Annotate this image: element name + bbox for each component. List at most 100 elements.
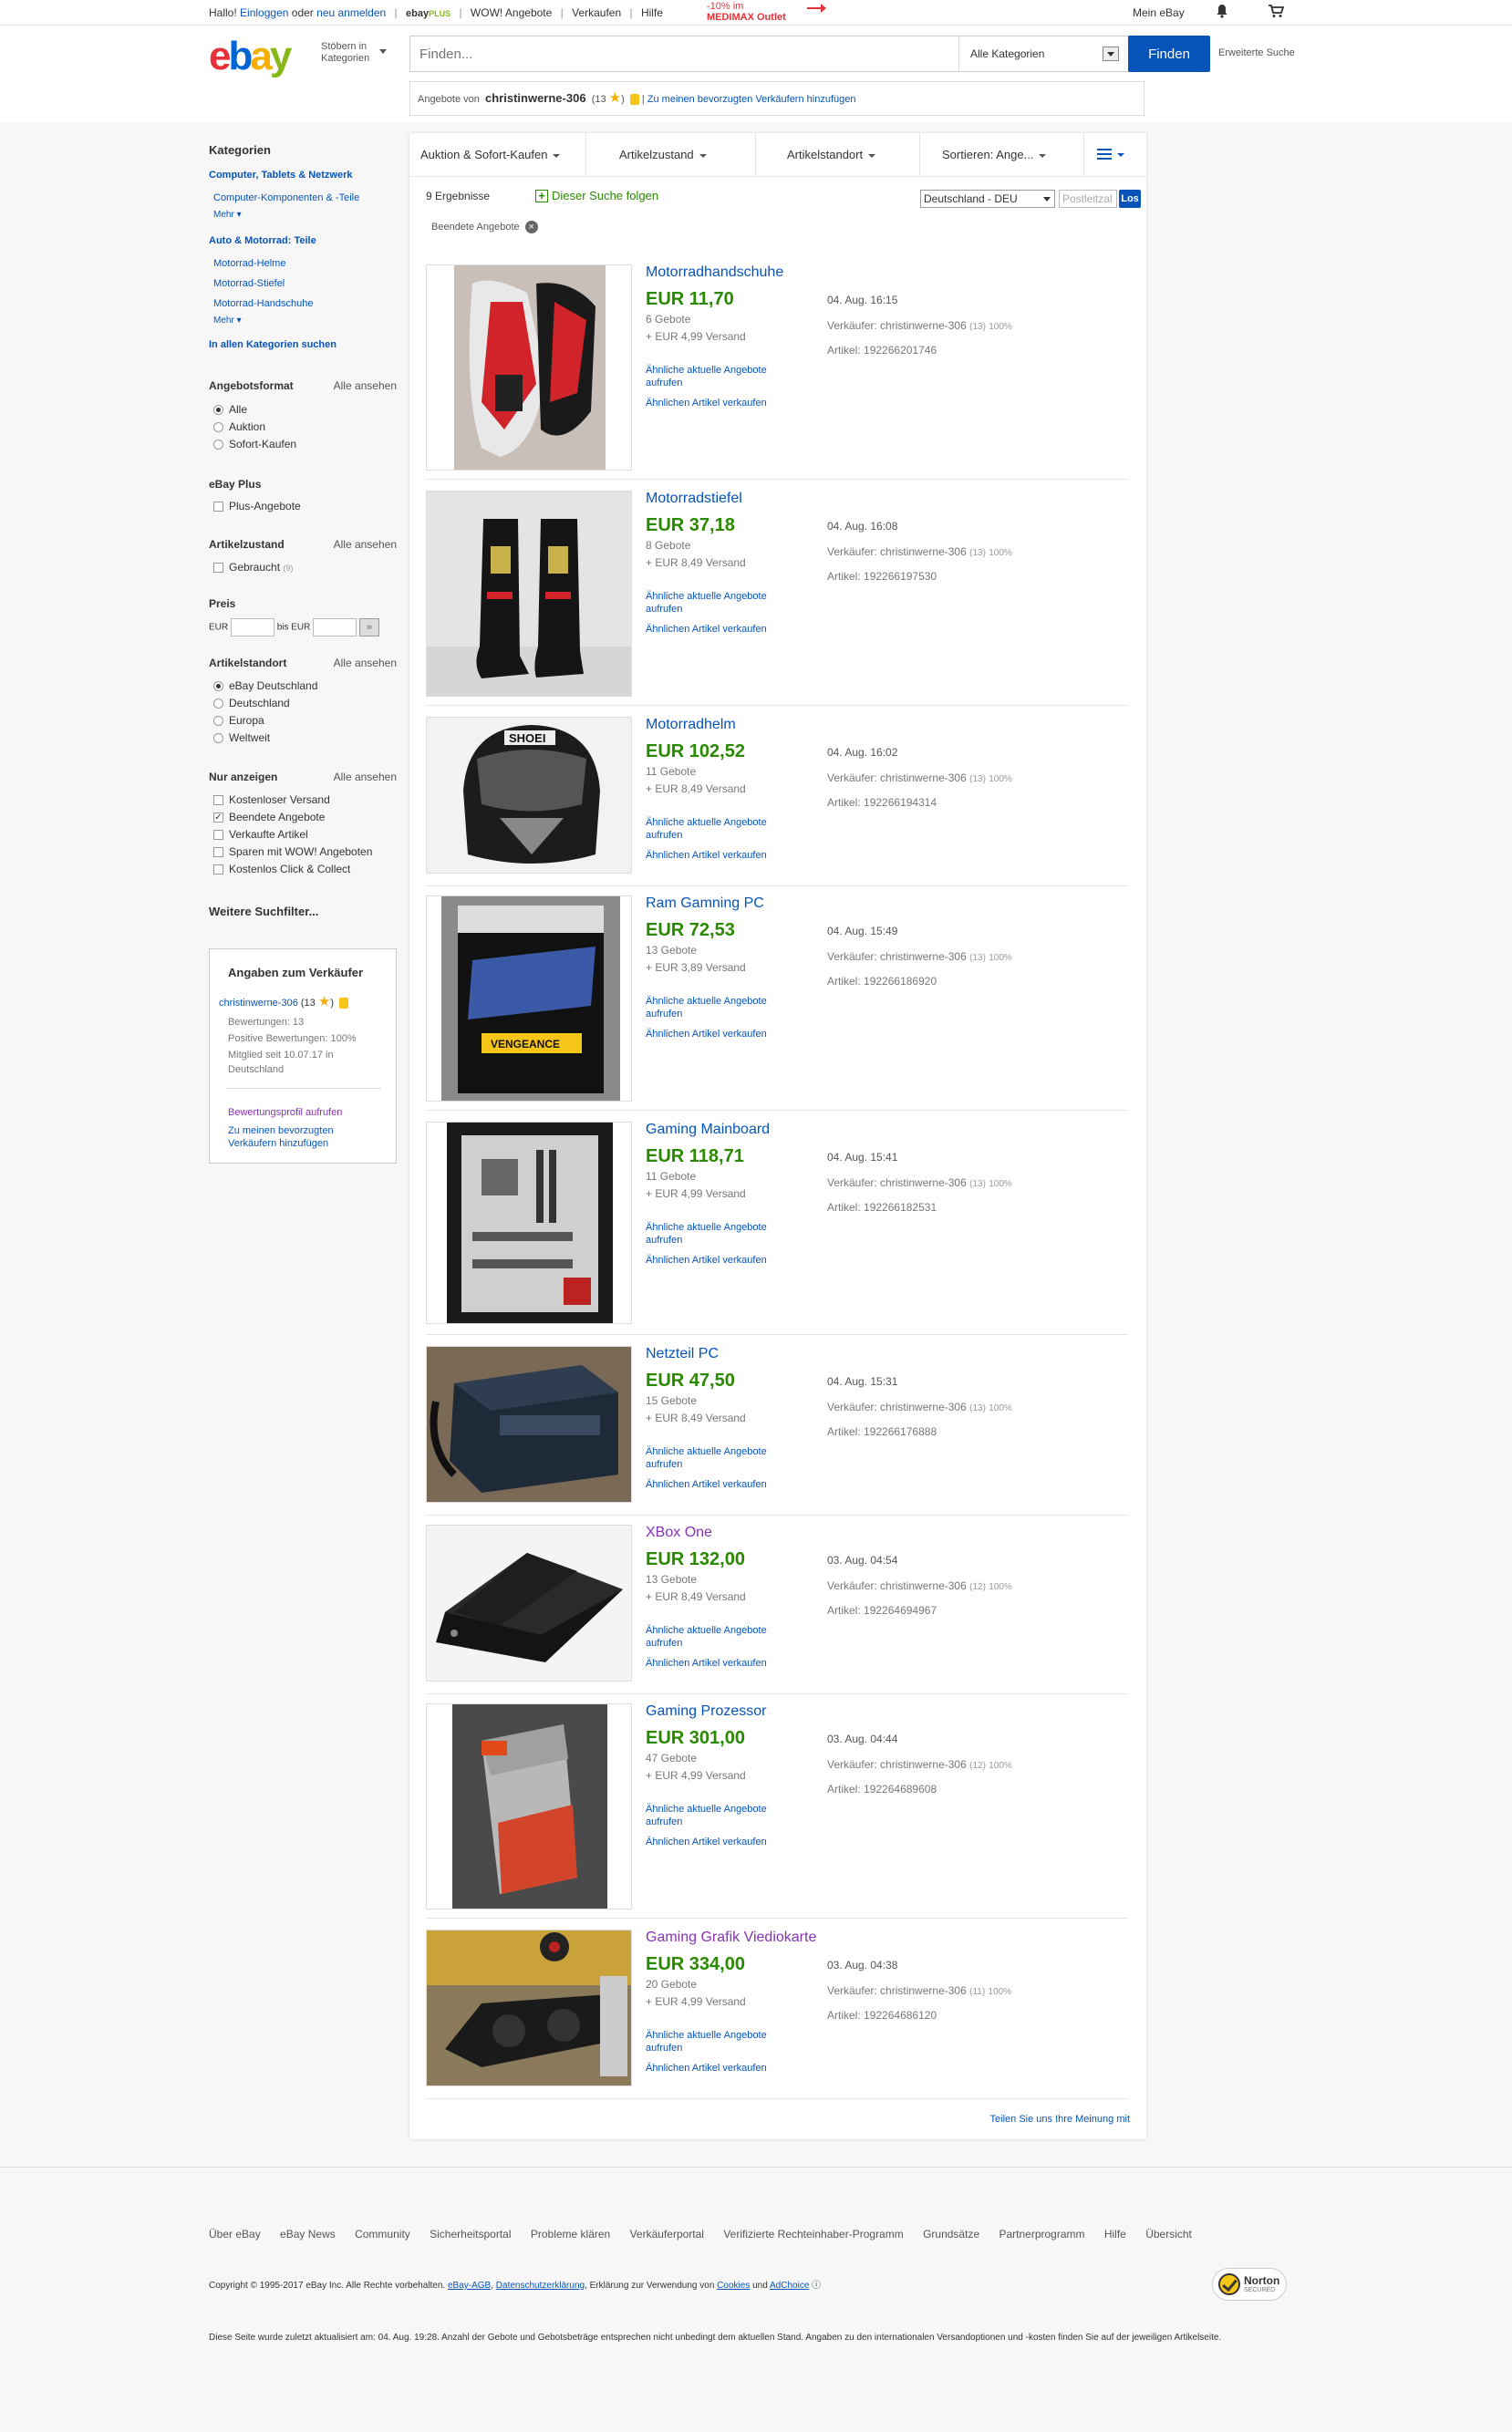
register-link[interactable]: neu anmelden xyxy=(316,6,386,19)
wow-deals-link[interactable]: WOW! Angebote xyxy=(471,6,552,19)
footer-link[interactable]: Partnerprogramm xyxy=(999,2228,1084,2241)
list-view-icon[interactable] xyxy=(1097,149,1112,160)
chevron-down-icon[interactable] xyxy=(1117,153,1124,157)
format-option-buy-now[interactable]: Sofort-Kaufen xyxy=(213,438,296,450)
cart-icon[interactable] xyxy=(1268,4,1285,21)
filter-location-dropdown[interactable]: Artikelstandort xyxy=(756,133,920,177)
footer-link[interactable]: eBay News xyxy=(280,2228,336,2241)
plus-filter[interactable]: Plus-Angebote xyxy=(213,500,301,512)
item-image[interactable]: VENGEANCE xyxy=(426,895,632,1102)
my-ebay-link[interactable]: Mein eBay xyxy=(1133,6,1185,19)
postal-code-input[interactable]: Postleitzal xyxy=(1059,190,1117,208)
sell-similar-link[interactable]: Ähnlichen Artikel verkaufen xyxy=(646,1658,767,1669)
item-image[interactable]: SHOEI xyxy=(426,717,632,874)
footer-link[interactable]: Hilfe xyxy=(1104,2228,1126,2241)
similar-listings-link[interactable]: Ähnliche aktuelle Angebote aufrufen xyxy=(646,364,792,389)
seller-name[interactable]: christinwerne-306 xyxy=(485,91,586,105)
item-title[interactable]: Motorradhandschuhe xyxy=(646,264,783,281)
follow-search-button[interactable]: + Dieser Suche folgen xyxy=(535,189,658,202)
item-image[interactable] xyxy=(426,1703,632,1909)
item-image[interactable] xyxy=(426,1930,632,2086)
browse-categories[interactable]: Stöbern in Kategorien xyxy=(321,41,387,65)
item-title[interactable]: Netzteil PC xyxy=(646,1346,719,1362)
more-filters-link[interactable]: Weitere Suchfilter... xyxy=(209,905,318,918)
cookies-link[interactable]: Cookies xyxy=(717,2281,750,2291)
sell-similar-link[interactable]: Ähnlichen Artikel verkaufen xyxy=(646,398,767,409)
ebay-logo[interactable]: ebay xyxy=(209,35,292,78)
norton-badge[interactable]: Norton SECURED xyxy=(1212,2268,1287,2301)
price-min-input[interactable] xyxy=(230,618,274,636)
seller-card-name[interactable]: christinwerne-306 xyxy=(219,998,298,1009)
seller-card-fav-link[interactable]: Zu meinen bevorzugten Verkäufern hinzufü… xyxy=(228,1124,334,1150)
privacy-link[interactable]: Datenschutzerklärung xyxy=(496,2281,585,2291)
similar-listings-link[interactable]: Ähnliche aktuelle Angebote aufrufen xyxy=(646,590,792,616)
footer-link[interactable]: Community xyxy=(355,2228,410,2241)
similar-listings-link[interactable]: Ähnliche aktuelle Angebote aufrufen xyxy=(646,2029,792,2054)
item-image[interactable] xyxy=(426,1122,632,1324)
category-helmets[interactable]: Motorrad-Helme xyxy=(213,258,285,269)
sell-similar-link[interactable]: Ähnlichen Artikel verkaufen xyxy=(646,1479,767,1490)
item-title[interactable]: Motorradhelm xyxy=(646,717,736,733)
similar-listings-link[interactable]: Ähnliche aktuelle Angebote aufrufen xyxy=(646,1445,792,1471)
show-only-see-all[interactable]: Alle ansehen xyxy=(334,771,397,783)
more-link-2[interactable]: Mehr ▾ xyxy=(213,316,242,326)
close-icon[interactable]: × xyxy=(524,221,538,233)
similar-listings-link[interactable]: Ähnliche aktuelle Angebote aufrufen xyxy=(646,816,792,842)
filter-condition-dropdown[interactable]: Artikelzustand xyxy=(586,133,756,177)
filter-sold-items[interactable]: Verkaufte Artikel xyxy=(213,828,308,841)
feedback-profile-link[interactable]: Bewertungsprofil aufrufen xyxy=(228,1106,342,1119)
agb-link[interactable]: eBay-AGB xyxy=(448,2281,491,2291)
adchoice-link[interactable]: AdChoice xyxy=(770,2281,809,2291)
postal-go-button[interactable]: Los xyxy=(1119,190,1141,208)
condition-used[interactable]: Gebraucht (9) xyxy=(213,561,293,574)
item-title[interactable]: Gaming Grafik Viediokarte xyxy=(646,1930,816,1946)
sell-link[interactable]: Verkaufen xyxy=(572,6,621,19)
item-title[interactable]: Ram Gamning PC xyxy=(646,895,764,912)
item-image[interactable] xyxy=(426,491,632,697)
feedback-link[interactable]: Teilen Sie uns Ihre Meinung mit xyxy=(990,2114,1130,2125)
more-link-1[interactable]: Mehr ▾ xyxy=(213,210,242,220)
filter-ended-listings[interactable]: ✓ Beendete Angebote xyxy=(213,811,325,823)
footer-link[interactable]: Sicherheitsportal xyxy=(430,2228,511,2241)
similar-listings-link[interactable]: Ähnliche aktuelle Angebote aufrufen xyxy=(646,1221,792,1247)
sort-dropdown[interactable]: Sortieren: Ange... xyxy=(920,133,1084,177)
similar-listings-link[interactable]: Ähnliche aktuelle Angebote aufrufen xyxy=(646,1803,792,1828)
location-see-all[interactable]: Alle ansehen xyxy=(334,657,397,669)
location-europe[interactable]: Europa xyxy=(213,714,264,727)
sell-similar-link[interactable]: Ähnlichen Artikel verkaufen xyxy=(646,1837,767,1847)
footer-link[interactable]: Verifizierte Rechteinhaber-Programm xyxy=(723,2228,903,2241)
category-computer-components[interactable]: Computer-Komponenten & -Teile xyxy=(213,192,359,203)
item-title[interactable]: Motorradstiefel xyxy=(646,491,742,507)
ebay-plus-link[interactable]: ebayPLUS xyxy=(406,8,450,19)
filter-wow-deals[interactable]: Sparen mit WOW! Angeboten xyxy=(213,845,372,858)
bell-icon[interactable] xyxy=(1216,4,1228,21)
filter-free-shipping[interactable]: Kostenloser Versand xyxy=(213,793,330,806)
item-image[interactable] xyxy=(426,264,632,471)
filter-format-dropdown[interactable]: Auktion & Sofort-Kaufen xyxy=(409,133,586,177)
condition-see-all[interactable]: Alle ansehen xyxy=(334,538,397,551)
category-computer[interactable]: Computer, Tablets & Netzwerk xyxy=(209,170,353,181)
footer-link[interactable]: Probleme klären xyxy=(531,2228,610,2241)
category-boots[interactable]: Motorrad-Stiefel xyxy=(213,278,285,289)
ended-listings-chip[interactable]: Beendete Angebote × xyxy=(431,221,538,233)
login-link[interactable]: Einloggen xyxy=(240,6,288,19)
price-submit-button[interactable]: » xyxy=(358,618,379,636)
country-select[interactable]: Deutschland - DEU xyxy=(920,190,1055,208)
footer-link[interactable]: Grundsätze xyxy=(923,2228,979,2241)
similar-listings-link[interactable]: Ähnliche aktuelle Angebote aufrufen xyxy=(646,1624,792,1650)
location-ebay-de[interactable]: eBay Deutschland xyxy=(213,679,317,692)
category-select[interactable]: Alle Kategorien xyxy=(958,36,1130,71)
sell-similar-link[interactable]: Ähnlichen Artikel verkaufen xyxy=(646,850,767,861)
sell-similar-link[interactable]: Ähnlichen Artikel verkaufen xyxy=(646,2063,767,2074)
sell-similar-link[interactable]: Ähnlichen Artikel verkaufen xyxy=(646,1255,767,1266)
similar-listings-link[interactable]: Ähnliche aktuelle Angebote aufrufen xyxy=(646,995,792,1020)
location-worldwide[interactable]: Weltweit xyxy=(213,731,270,744)
format-option-all[interactable]: Alle xyxy=(213,403,247,416)
find-button[interactable]: Finden xyxy=(1128,36,1210,72)
format-see-all[interactable]: Alle ansehen xyxy=(334,379,397,392)
item-title[interactable]: Gaming Prozessor xyxy=(646,1703,767,1720)
search-input[interactable] xyxy=(410,36,958,71)
footer-link[interactable]: Verkäuferportal xyxy=(630,2228,704,2241)
category-auto-motorrad[interactable]: Auto & Motorrad: Teile xyxy=(209,235,316,246)
sell-similar-link[interactable]: Ähnlichen Artikel verkaufen xyxy=(646,624,767,635)
